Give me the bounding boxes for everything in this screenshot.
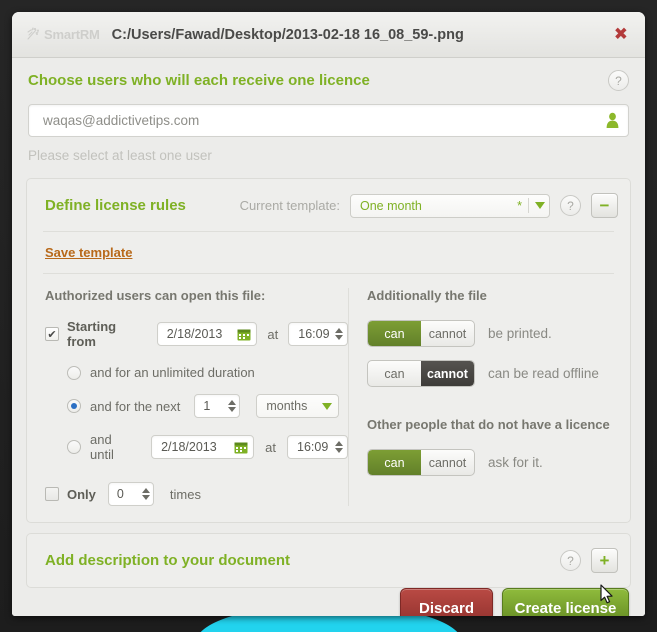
times-label: times <box>169 486 201 502</box>
next-unit-value: months <box>266 399 308 413</box>
ask-cannot-option[interactable]: cannot <box>421 450 474 475</box>
until-time-stepper[interactable] <box>335 441 343 453</box>
other-people-title: Other people that do not have a licence <box>367 417 610 432</box>
start-time-value: 16:09 <box>298 327 330 341</box>
add-description-heading: Add description to your document <box>45 552 291 569</box>
current-template-select[interactable]: One month * <box>350 193 550 218</box>
additionally-the-file-title: Additionally the file <box>367 288 487 303</box>
print-can-option[interactable]: can <box>368 321 421 346</box>
collapse-rules-button[interactable]: − <box>591 193 618 218</box>
until-radio[interactable] <box>67 440 81 454</box>
close-icon[interactable]: ✖ <box>614 26 628 43</box>
start-date-field[interactable]: 2/18/2013 <box>156 322 258 346</box>
add-description-help-icon[interactable]: ? <box>560 550 581 571</box>
next-amount-field[interactable]: 1 <box>194 394 241 418</box>
minus-icon: − <box>599 196 610 215</box>
save-template-link[interactable]: Save template <box>45 245 132 260</box>
until-label: and until <box>90 432 114 462</box>
save-template-row: Save template <box>27 232 630 273</box>
next-amount-value: 1 <box>203 399 211 413</box>
email-input[interactable] <box>41 112 605 129</box>
start-time-field[interactable]: 16:09 <box>288 322 348 346</box>
print-permission-text: be printed. <box>488 326 552 341</box>
offline-cannot-option[interactable]: cannot <box>421 361 474 386</box>
smartrm-logo: SmartRM <box>24 26 100 43</box>
offline-can-option[interactable]: can <box>368 361 421 386</box>
print-permission-toggle[interactable]: can cannot <box>367 320 475 347</box>
user-email-field-row[interactable] <box>28 104 629 137</box>
dialog-body: Choose users who will each receive one l… <box>12 58 645 616</box>
template-modified-marker: * <box>517 198 522 213</box>
license-rules-header: Define license rules Current template: O… <box>27 179 630 231</box>
chevron-down-icon[interactable] <box>535 202 545 209</box>
choose-users-help-icon[interactable]: ? <box>608 70 629 91</box>
until-row[interactable]: and until 2/18/2013 at 16:09 <box>45 432 348 462</box>
only-count-field[interactable]: 0 <box>107 482 154 506</box>
next-amount-stepper[interactable] <box>228 400 237 412</box>
choose-users-heading: Choose users who will each receive one l… <box>28 72 370 89</box>
starting-from-row: Starting from 2/18/2013 at 16:09 <box>45 319 348 349</box>
until-at-label: at <box>265 439 277 455</box>
add-description-section: Add description to your document ? + <box>26 533 631 588</box>
next-unit-select[interactable]: months <box>256 394 340 418</box>
ask-permission-text: ask for it. <box>488 455 543 470</box>
choose-users-section: Choose users who will each receive one l… <box>26 58 631 169</box>
person-icon[interactable] <box>605 112 620 129</box>
only-count-value: 0 <box>116 487 124 501</box>
select-divider <box>528 198 529 213</box>
until-time-value: 16:09 <box>297 440 329 454</box>
dialog-footer: Discard Create license <box>26 584 631 616</box>
ask-permission-toggle[interactable]: can cannot <box>367 449 475 476</box>
plus-icon: + <box>599 551 610 570</box>
unlimited-duration-label: and for an unlimited duration <box>90 365 255 380</box>
license-rules-help-icon[interactable]: ? <box>560 195 581 216</box>
unlimited-duration-row[interactable]: and for an unlimited duration <box>45 365 348 380</box>
only-times-checkbox[interactable] <box>45 487 59 501</box>
only-label: Only <box>67 486 96 502</box>
starburst-icon <box>27 27 39 40</box>
smartrm-dialog: SmartRM C:/Users/Fawad/Desktop/2013-02-1… <box>12 12 645 616</box>
until-date-field[interactable]: 2/18/2013 <box>151 435 255 459</box>
expand-description-button[interactable]: + <box>591 548 618 573</box>
file-permissions-column: Additionally the file can cannot be prin… <box>349 288 630 506</box>
choose-users-header: Choose users who will each receive one l… <box>28 70 629 91</box>
license-rules-columns: Authorized users can open this file: Sta… <box>27 274 630 522</box>
choose-users-hint: Please select at least one user <box>28 148 212 163</box>
discard-button[interactable]: Discard <box>400 588 493 616</box>
offline-permission-row: can cannot can be read offline <box>367 360 630 387</box>
current-template-label: Current template: <box>239 198 340 213</box>
print-cannot-option[interactable]: cannot <box>421 321 474 346</box>
mouse-cursor-icon <box>600 584 613 604</box>
only-times-row: Only 0 times <box>45 482 348 506</box>
next-duration-row[interactable]: and for the next 1 months <box>45 394 348 418</box>
define-license-rules-heading: Define license rules <box>45 197 186 214</box>
only-count-stepper[interactable] <box>141 488 150 500</box>
authorized-users-title: Authorized users can open this file: <box>45 288 266 303</box>
logo-text: SmartRM <box>44 27 100 42</box>
start-at-label: at <box>267 326 279 342</box>
start-time-stepper[interactable] <box>335 328 343 340</box>
starting-from-checkbox[interactable] <box>45 327 59 341</box>
calendar-icon[interactable] <box>237 328 251 341</box>
ask-can-option[interactable]: can <box>368 450 421 475</box>
next-duration-radio[interactable] <box>67 399 81 413</box>
chevron-down-icon[interactable] <box>322 402 333 410</box>
offline-permission-toggle[interactable]: can cannot <box>367 360 475 387</box>
ask-permission-row: can cannot ask for it. <box>367 449 630 476</box>
define-license-rules-section: Define license rules Current template: O… <box>26 178 631 523</box>
next-duration-label: and for the next <box>90 398 181 414</box>
starting-from-label: Starting from <box>67 319 117 349</box>
print-permission-row: can cannot be printed. <box>367 320 630 347</box>
title-bar: SmartRM C:/Users/Fawad/Desktop/2013-02-1… <box>12 12 645 58</box>
offline-permission-text: can be read offline <box>488 366 599 381</box>
until-date-value: 2/18/2013 <box>161 440 217 454</box>
window-title: C:/Users/Fawad/Desktop/2013-02-18 16_08_… <box>111 26 464 43</box>
calendar-icon[interactable] <box>234 441 248 454</box>
start-date-value: 2/18/2013 <box>166 327 223 341</box>
unlimited-duration-radio[interactable] <box>67 365 81 380</box>
until-time-field[interactable]: 16:09 <box>287 435 348 459</box>
current-template-value: One month <box>360 198 422 213</box>
authorized-users-column: Authorized users can open this file: Sta… <box>27 288 349 506</box>
